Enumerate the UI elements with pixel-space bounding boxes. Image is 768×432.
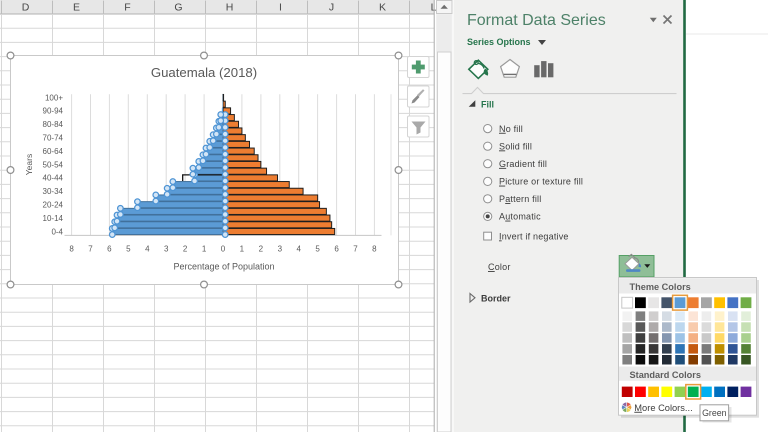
- svg-text:Gradient fill: Gradient fill: [499, 159, 547, 169]
- svg-text:L: L: [431, 2, 437, 14]
- svg-text:Fill: Fill: [481, 100, 494, 110]
- svg-text:80-84: 80-84: [43, 120, 64, 129]
- svg-text:0-4: 0-4: [51, 227, 63, 236]
- svg-text:I: I: [279, 2, 282, 14]
- svg-text:Format Data Series: Format Data Series: [467, 12, 606, 29]
- svg-text:10-14: 10-14: [43, 214, 64, 223]
- svg-text:20-24: 20-24: [43, 201, 64, 210]
- svg-text:G: G: [174, 2, 182, 14]
- svg-text:0: 0: [221, 245, 226, 254]
- svg-text:H: H: [226, 2, 234, 14]
- svg-text:90-94: 90-94: [43, 107, 64, 116]
- svg-text:30-34: 30-34: [43, 187, 64, 196]
- svg-text:Series Options: Series Options: [467, 37, 531, 47]
- svg-text:6: 6: [334, 245, 339, 254]
- svg-text:Picture or texture fill: Picture or texture fill: [499, 177, 583, 187]
- svg-text:J: J: [329, 2, 334, 14]
- svg-text:8: 8: [69, 245, 74, 254]
- svg-text:More Colors...: More Colors...: [634, 403, 692, 413]
- svg-text:Percentage of Population: Percentage of Population: [173, 262, 274, 272]
- svg-text:E: E: [73, 2, 80, 14]
- svg-text:8: 8: [372, 245, 377, 254]
- svg-text:7: 7: [353, 245, 358, 254]
- svg-text:Green: Green: [702, 408, 727, 418]
- svg-text:Theme Colors: Theme Colors: [630, 282, 691, 292]
- svg-text:3: 3: [278, 245, 283, 254]
- svg-text:70-74: 70-74: [43, 134, 64, 143]
- svg-text:2: 2: [259, 245, 264, 254]
- svg-text:Guatemala (2018): Guatemala (2018): [151, 65, 257, 80]
- svg-text:Invert if negative: Invert if negative: [499, 231, 569, 241]
- svg-text:50-54: 50-54: [43, 160, 64, 169]
- svg-text:Automatic: Automatic: [499, 212, 541, 222]
- svg-text:Color: Color: [488, 262, 511, 272]
- svg-text:Border: Border: [481, 294, 511, 304]
- svg-text:D: D: [22, 2, 30, 14]
- svg-text:Standard Colors: Standard Colors: [630, 370, 701, 380]
- svg-text:7: 7: [88, 245, 93, 254]
- svg-text:K: K: [379, 2, 386, 14]
- svg-text:Pattern fill: Pattern fill: [499, 194, 541, 204]
- svg-text:5: 5: [126, 245, 131, 254]
- svg-text:1: 1: [240, 245, 245, 254]
- svg-text:2: 2: [183, 245, 188, 254]
- svg-text:No fill: No fill: [499, 124, 523, 134]
- svg-text:Years: Years: [24, 154, 34, 175]
- svg-text:40-44: 40-44: [43, 174, 64, 183]
- svg-text:4: 4: [296, 245, 301, 254]
- svg-text:F: F: [124, 2, 130, 14]
- svg-text:100+: 100+: [45, 93, 63, 102]
- svg-text:6: 6: [107, 245, 112, 254]
- svg-text:Solid fill: Solid fill: [499, 141, 532, 151]
- svg-text:1: 1: [202, 245, 207, 254]
- svg-text:60-64: 60-64: [43, 147, 64, 156]
- svg-text:3: 3: [164, 245, 169, 254]
- svg-text:5: 5: [315, 245, 320, 254]
- svg-text:4: 4: [145, 245, 150, 254]
